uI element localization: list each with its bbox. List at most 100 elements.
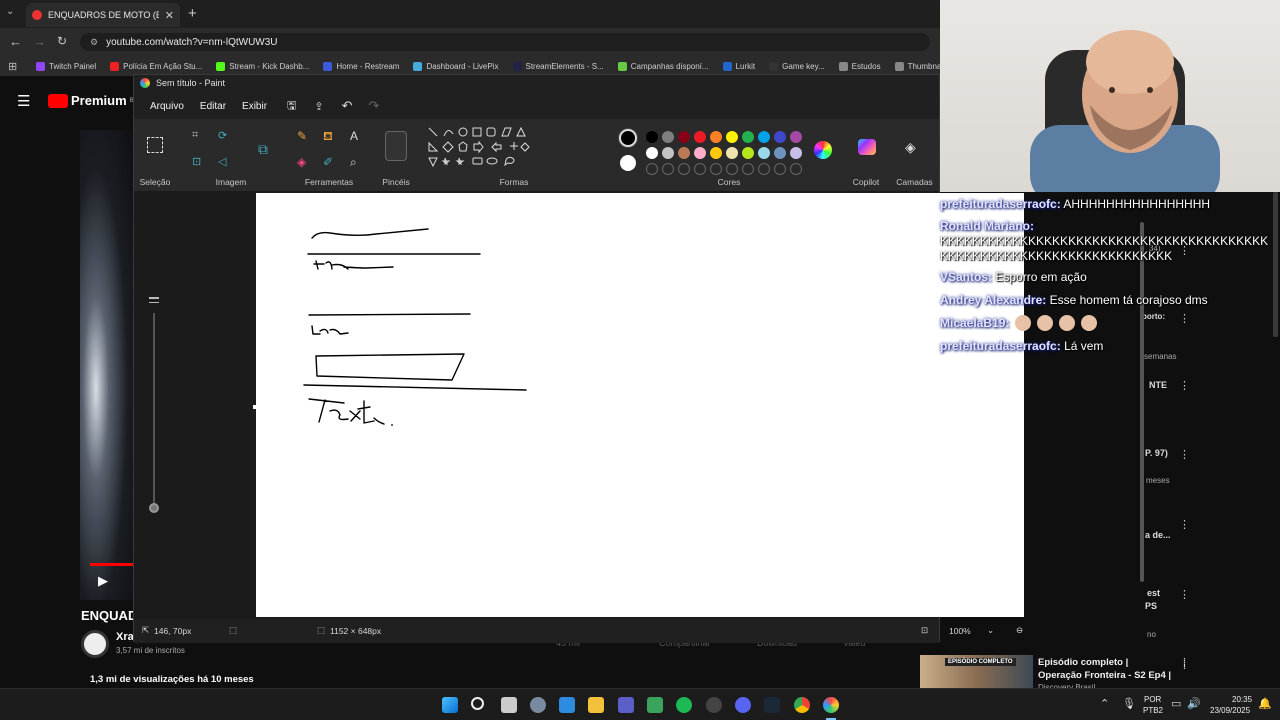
- notifications-icon[interactable]: 🔔: [1258, 697, 1272, 710]
- clock-date[interactable]: 23/09/2025: [1210, 706, 1250, 715]
- custom-color-slot[interactable]: [662, 163, 674, 175]
- primary-color-swatch[interactable]: [619, 129, 637, 147]
- palette-color-swatch[interactable]: [790, 131, 802, 143]
- menu-exibir[interactable]: Exibir: [234, 101, 275, 112]
- custom-color-slot[interactable]: [790, 163, 802, 175]
- palette-color-swatch[interactable]: [710, 131, 722, 143]
- bookmark-item[interactable]: Estudos: [838, 61, 881, 71]
- video-player[interactable]: [80, 130, 133, 600]
- custom-color-slot[interactable]: [646, 163, 658, 175]
- clock-time[interactable]: 20:35: [1232, 695, 1252, 704]
- tray-overflow-icon[interactable]: ⌃: [1100, 697, 1109, 710]
- close-tab-icon[interactable]: ✕: [165, 9, 174, 22]
- bookmark-item[interactable]: Home - Restream: [323, 61, 399, 71]
- eraser-icon[interactable]: ◈: [297, 155, 306, 169]
- bookmark-item[interactable]: Game key...: [769, 61, 825, 71]
- brushes-icon[interactable]: [385, 131, 407, 161]
- palette-color-swatch[interactable]: [758, 147, 770, 159]
- custom-color-slot[interactable]: [678, 163, 690, 175]
- zoom-out-icon[interactable]: ⊖: [1016, 625, 1023, 636]
- chrome-icon[interactable]: [794, 697, 810, 713]
- more-options-icon[interactable]: ⋮: [1179, 379, 1190, 392]
- share-icon[interactable]: ⇪: [314, 100, 323, 113]
- bookmark-item[interactable]: Twitch Painel: [36, 61, 96, 71]
- bookmark-item[interactable]: Lurkit: [722, 61, 755, 71]
- play-button[interactable]: ▶: [98, 573, 108, 589]
- text-icon[interactable]: A: [350, 129, 358, 143]
- palette-color-swatch[interactable]: [694, 131, 706, 143]
- app-icon[interactable]: [618, 697, 634, 713]
- palette-color-swatch[interactable]: [662, 131, 674, 143]
- spotify-icon[interactable]: [676, 697, 692, 713]
- palette-color-swatch[interactable]: [646, 147, 658, 159]
- more-options-icon[interactable]: ⋮: [1179, 518, 1190, 531]
- zoom-level[interactable]: 100%: [949, 626, 971, 636]
- file-explorer-icon[interactable]: [588, 697, 604, 713]
- bookmark-item[interactable]: Polícia Em Ação Stu...: [110, 61, 202, 71]
- custom-color-slot[interactable]: [710, 163, 722, 175]
- palette-color-swatch[interactable]: [742, 147, 754, 159]
- network-icon[interactable]: ▭: [1171, 697, 1181, 710]
- input-language[interactable]: POR: [1144, 695, 1161, 704]
- apps-icon[interactable]: ⊞: [8, 60, 17, 73]
- palette-color-swatch[interactable]: [790, 147, 802, 159]
- image-select-icon[interactable]: ⧉: [258, 141, 268, 158]
- channel-avatar[interactable]: [81, 630, 109, 658]
- volume-icon[interactable]: 🔊: [1187, 697, 1201, 710]
- color-picker-icon[interactable]: ✐: [323, 155, 333, 169]
- custom-color-slot[interactable]: [758, 163, 770, 175]
- search-icon[interactable]: [471, 697, 484, 710]
- zoom-dropdown-icon[interactable]: ⌄: [987, 625, 994, 636]
- menu-icon[interactable]: ☰: [17, 92, 30, 110]
- palette-color-swatch[interactable]: [646, 131, 658, 143]
- task-view-icon[interactable]: [501, 697, 517, 713]
- windows-start-icon[interactable]: [442, 697, 458, 713]
- fit-to-window-icon[interactable]: ⊡: [921, 625, 928, 636]
- custom-color-slot[interactable]: [774, 163, 786, 175]
- crop-icon[interactable]: ⌗: [192, 129, 198, 142]
- rotate-icon[interactable]: ⟳: [218, 129, 227, 142]
- video-progress-bar[interactable]: [90, 563, 133, 566]
- site-info-icon[interactable]: ⚙: [90, 37, 98, 48]
- palette-color-swatch[interactable]: [774, 147, 786, 159]
- custom-color-slot[interactable]: [726, 163, 738, 175]
- microphone-icon[interactable]: 🎙: [1122, 697, 1136, 710]
- palette-color-swatch[interactable]: [662, 147, 674, 159]
- pencil-icon[interactable]: ✎: [297, 129, 307, 143]
- secondary-color-swatch[interactable]: [620, 155, 636, 171]
- undo-icon[interactable]: ↶: [342, 98, 353, 114]
- drawing-canvas[interactable]: [253, 193, 1027, 617]
- redo-icon[interactable]: ↷: [369, 98, 380, 114]
- browser-tab-active[interactable]: ENQUADROS DE MOTO (EP. 97) ✕: [26, 3, 180, 27]
- resize-icon[interactable]: ⊡: [192, 155, 201, 168]
- palette-color-swatch[interactable]: [678, 147, 690, 159]
- paint-taskbar-icon[interactable]: [823, 697, 839, 713]
- more-options-icon[interactable]: ⋮: [1179, 588, 1190, 601]
- channel-name[interactable]: Xra: [116, 631, 134, 643]
- brush-size-slider[interactable]: [153, 313, 155, 508]
- back-icon[interactable]: ←: [9, 34, 22, 49]
- flip-icon[interactable]: ◁: [218, 155, 226, 168]
- brush-size-slider-handle[interactable]: [149, 503, 159, 513]
- magnifier-icon[interactable]: ⌕: [350, 155, 357, 170]
- layers-icon[interactable]: ◈: [905, 139, 916, 156]
- palette-color-swatch[interactable]: [726, 147, 738, 159]
- app-icon[interactable]: [647, 697, 663, 713]
- palette-color-swatch[interactable]: [678, 131, 690, 143]
- next-video-title[interactable]: Episódio completo | Operação Fronteira -…: [1038, 656, 1173, 682]
- steam-icon[interactable]: [764, 697, 780, 713]
- more-options-icon[interactable]: ⋮: [1179, 448, 1190, 461]
- address-bar[interactable]: ⚙ youtube.com/watch?v=nm-lQtWUW3U: [80, 33, 930, 51]
- canvas-resize-handle-left[interactable]: [253, 405, 257, 409]
- palette-color-swatch[interactable]: [774, 131, 786, 143]
- palette-color-swatch[interactable]: [726, 131, 738, 143]
- bookmark-item[interactable]: Stream - Kick Dashb...: [216, 61, 309, 71]
- palette-color-swatch[interactable]: [710, 147, 722, 159]
- palette-color-swatch[interactable]: [694, 147, 706, 159]
- bookmark-item[interactable]: Dashboard - LivePix: [413, 61, 499, 71]
- save-icon[interactable]: 🖫: [287, 97, 296, 116]
- edit-colors-icon[interactable]: [814, 141, 832, 159]
- photos-icon[interactable]: [559, 697, 575, 713]
- discord-icon[interactable]: [735, 697, 751, 713]
- bookmark-item[interactable]: Campanhas disponí...: [617, 61, 709, 71]
